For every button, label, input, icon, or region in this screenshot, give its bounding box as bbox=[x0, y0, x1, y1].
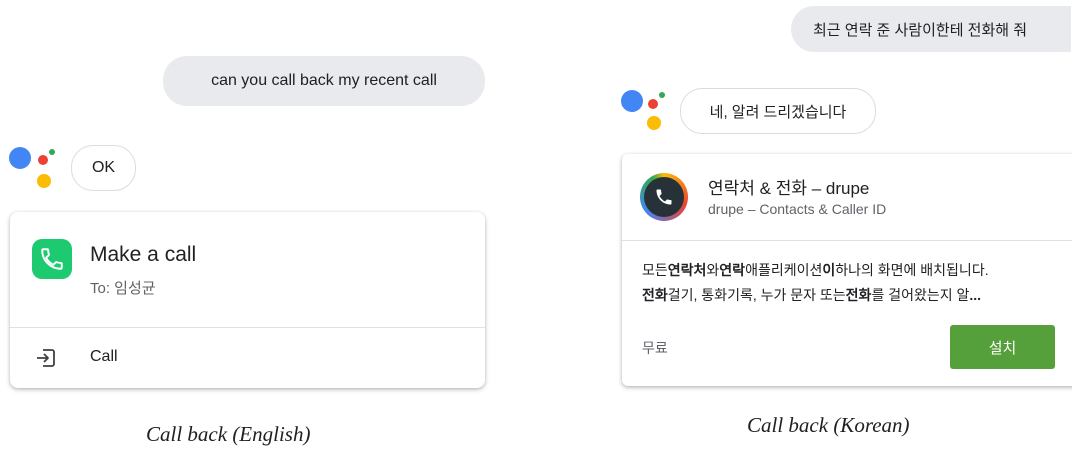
description-segment: 와 bbox=[706, 262, 720, 278]
call-action-row[interactable]: Call bbox=[10, 328, 485, 388]
user-message-text: can you call back my recent call bbox=[211, 72, 437, 89]
make-call-card: Make a call To: 임성균 Call bbox=[10, 212, 485, 388]
call-card-title: Make a call bbox=[90, 243, 197, 266]
install-button-label: 설치 bbox=[988, 339, 1017, 357]
description-segment: 모든 bbox=[642, 262, 668, 278]
call-action-label: Call bbox=[90, 348, 118, 365]
google-assistant-icon bbox=[621, 90, 665, 130]
user-message-bubble: can you call back my recent call bbox=[163, 56, 485, 106]
description-segment: 걸기, 통화기록, 누가 문자 또는 bbox=[667, 287, 846, 303]
assistant-reply-bubble: OK bbox=[71, 145, 136, 191]
english-caption: Call back (English) bbox=[146, 422, 311, 446]
description-segment-bold: 연락 bbox=[719, 262, 746, 278]
app-description-line-1: 모든 연락처 와 연락 애플리케이션 이 하나의 화면에 배치됩니다. bbox=[642, 258, 989, 283]
description-segment-bold: 이 bbox=[822, 262, 836, 278]
description-segment-bold: 전화 bbox=[845, 287, 872, 303]
description-segment-bold: ... bbox=[969, 287, 982, 303]
call-card-recipient: To: 임성균 bbox=[90, 280, 156, 297]
korean-panel: 최근 연락 준 사람이한테 전화해 줘 네, 알려 드리겠습니다 연락처 & 전… bbox=[600, 0, 1072, 450]
google-assistant-icon bbox=[9, 147, 55, 188]
assistant-reply-text: 네, 알려 드리겠습니다 bbox=[709, 103, 847, 121]
install-button[interactable]: 설치 bbox=[950, 325, 1055, 369]
card-divider bbox=[622, 240, 1072, 241]
korean-caption: Call back (Korean) bbox=[747, 413, 910, 437]
app-description-line-2: 전화 걸기, 통화기록, 누가 문자 또는 전화 를 걸어왔는지 알 ... bbox=[642, 283, 989, 308]
description-segment-bold: 전화 bbox=[642, 287, 668, 303]
app-description: 모든 연락처 와 연락 애플리케이션 이 하나의 화면에 배치됩니다. 전화 걸… bbox=[642, 258, 989, 308]
user-message-bubble: 최근 연락 준 사람이한테 전화해 줘 bbox=[791, 6, 1071, 52]
description-segment-bold: 연락처 bbox=[667, 262, 707, 278]
phone-icon bbox=[32, 239, 72, 279]
app-title[interactable]: 연락처 & 전화 – drupe bbox=[708, 174, 869, 199]
user-message-text: 최근 연락 준 사람이한테 전화해 줘 bbox=[813, 21, 1028, 39]
assistant-reply-bubble: 네, 알려 드리겠습니다 bbox=[680, 88, 876, 134]
drupe-app-card: 연락처 & 전화 – drupe drupe – Contacts & Call… bbox=[622, 154, 1072, 386]
price-label: 무료 bbox=[642, 340, 668, 356]
exit-arrow-icon bbox=[37, 349, 55, 367]
app-subtitle: drupe – Contacts & Caller ID bbox=[708, 201, 887, 217]
description-segment: 하나의 화면에 배치됩니다. bbox=[835, 262, 989, 278]
description-segment: 애플리케이션 bbox=[745, 262, 823, 278]
description-segment: 를 걸어왔는지 알 bbox=[871, 287, 970, 303]
english-panel: can you call back my recent call OK Make… bbox=[0, 0, 500, 450]
drupe-phone-icon[interactable] bbox=[640, 173, 688, 221]
assistant-reply-text: OK bbox=[91, 159, 116, 176]
